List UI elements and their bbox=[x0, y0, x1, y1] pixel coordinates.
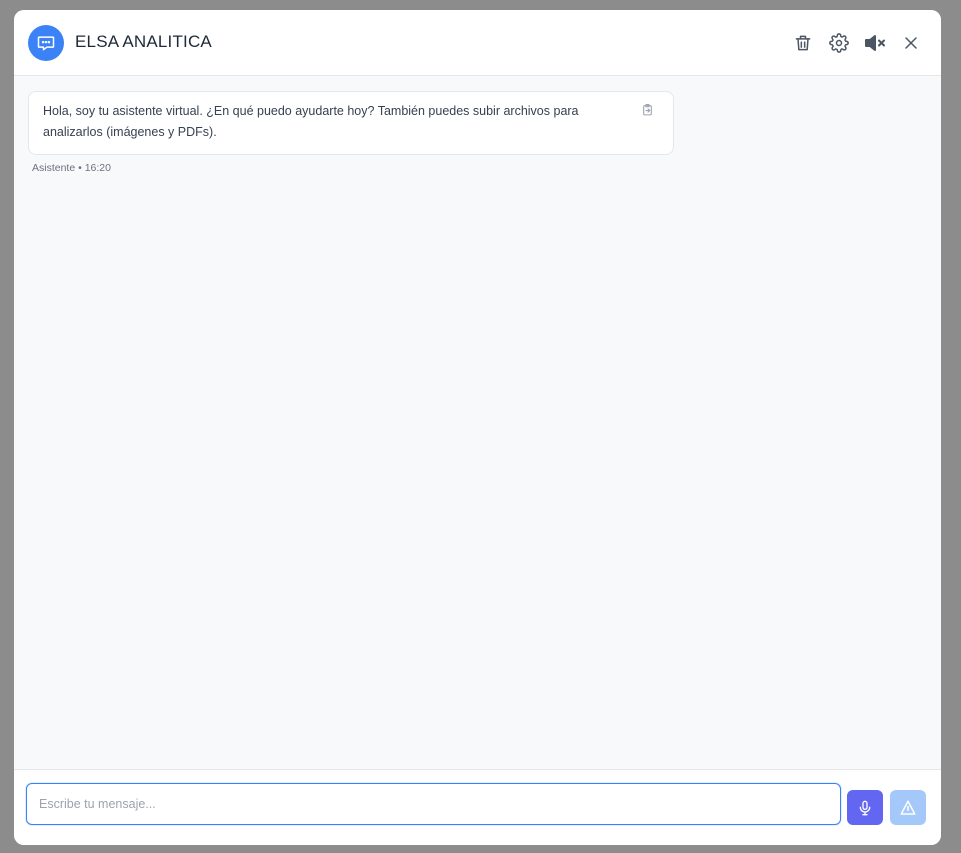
send-icon bbox=[900, 800, 916, 815]
send-button[interactable] bbox=[890, 790, 926, 825]
chat-header: ELSA ANALITICA bbox=[14, 10, 941, 76]
chat-title: ELSA ANALITICA bbox=[75, 32, 212, 51]
microphone-icon bbox=[859, 800, 871, 815]
composer-bar bbox=[14, 769, 941, 845]
message-input[interactable] bbox=[26, 783, 841, 825]
volume-mute-icon bbox=[865, 35, 885, 51]
chat-bubble-icon bbox=[37, 36, 55, 51]
gear-icon bbox=[829, 33, 849, 53]
mute-button[interactable] bbox=[861, 29, 889, 57]
assistant-message-bubble: Hola, soy tu asistente virtual. ¿En qué … bbox=[28, 91, 674, 155]
message-list[interactable]: Hola, soy tu asistente virtual. ¿En qué … bbox=[14, 76, 941, 769]
chat-avatar bbox=[28, 25, 64, 61]
settings-button[interactable] bbox=[825, 29, 853, 57]
close-icon bbox=[905, 37, 917, 49]
close-button[interactable] bbox=[897, 29, 925, 57]
trash-icon bbox=[795, 35, 811, 51]
voice-input-button[interactable] bbox=[847, 790, 883, 825]
assistant-message-text: Hola, soy tu asistente virtual. ¿En qué … bbox=[43, 104, 579, 139]
copy-message-button[interactable] bbox=[639, 102, 655, 118]
message-meta: Asistente • 16:20 bbox=[32, 162, 111, 174]
clear-chat-button[interactable] bbox=[789, 29, 817, 57]
chat-window: ELSA ANALITICA Hola, soy tu asistente vi… bbox=[14, 10, 941, 845]
copy-icon bbox=[642, 104, 652, 116]
